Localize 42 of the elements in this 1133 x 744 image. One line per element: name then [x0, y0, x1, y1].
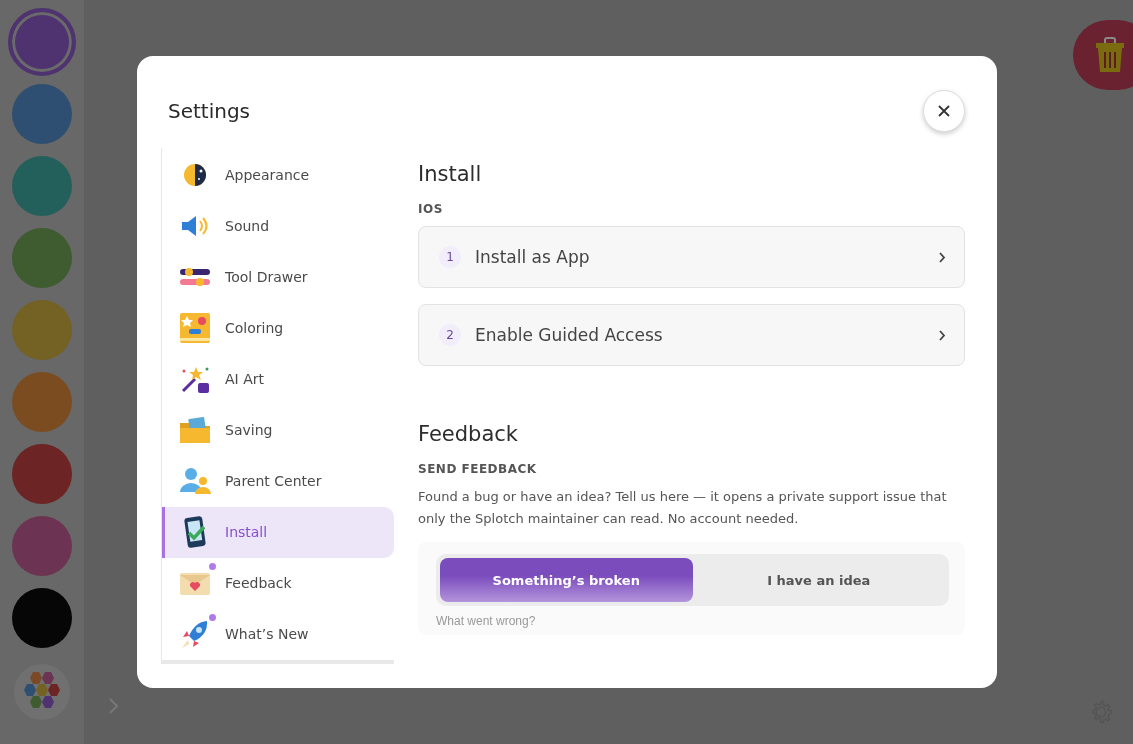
chevron-right-icon: [939, 251, 946, 263]
subsection-label: SEND FEEDBACK: [418, 462, 538, 476]
chevron-right-icon: [939, 329, 946, 341]
step-row[interactable]: 2 Enable Guided Access: [418, 304, 965, 366]
trash-icon: [1095, 37, 1125, 73]
close-icon: [937, 104, 951, 118]
color-swatch[interactable]: [12, 372, 72, 432]
step-row[interactable]: 1 Install as App: [418, 226, 965, 288]
step-number: 2: [439, 324, 461, 346]
color-swatch[interactable]: [12, 588, 72, 648]
trash-button[interactable]: [1073, 20, 1133, 90]
nav-item[interactable]: Sound: [162, 200, 394, 252]
dialog-title: Settings: [168, 99, 251, 123]
section-heading: Feedback: [418, 422, 519, 446]
step-label: Install as App: [475, 247, 591, 267]
nav-item[interactable]: Feedback: [162, 557, 394, 609]
subsection-label: IOS: [418, 202, 444, 216]
nav-item[interactable]: AI Art: [162, 353, 394, 405]
nav-item[interactable]: Tool Drawer: [162, 251, 394, 303]
segment-button[interactable]: Something’s broken: [440, 558, 693, 602]
chevron-right-icon[interactable]: [108, 697, 120, 715]
color-swatch[interactable]: [12, 156, 72, 216]
close-button[interactable]: [923, 90, 965, 132]
color-swatch[interactable]: [12, 300, 72, 360]
color-swatch[interactable]: [12, 516, 72, 576]
color-swatch[interactable]: [12, 228, 72, 288]
step-number: 1: [439, 246, 461, 268]
step-label: Enable Guided Access: [475, 325, 664, 345]
color-swatch[interactable]: [12, 84, 72, 144]
input-field[interactable]: What went wrong?: [436, 614, 949, 628]
description-text: Found a bug or have an idea? Tell us here — it opens a private support issue that only the Splotch maintainer can read. No account needed.: [418, 488, 948, 528]
color-swatch[interactable]: [12, 444, 72, 504]
segment-button[interactable]: I have an idea: [692, 558, 945, 602]
nav-item[interactable]: Appearance: [162, 149, 394, 201]
coloring-book-icon: [179, 311, 211, 344]
nav-item[interactable]: Coloring: [162, 302, 394, 354]
nav-item[interactable]: Parent Center: [162, 455, 394, 507]
nav-item[interactable]: Saving: [162, 404, 394, 456]
nav-item[interactable]: Install: [162, 506, 394, 558]
nav-item[interactable]: What’s New: [162, 608, 394, 660]
folder-icon: [179, 414, 211, 446]
section-heading: Install: [418, 162, 483, 186]
